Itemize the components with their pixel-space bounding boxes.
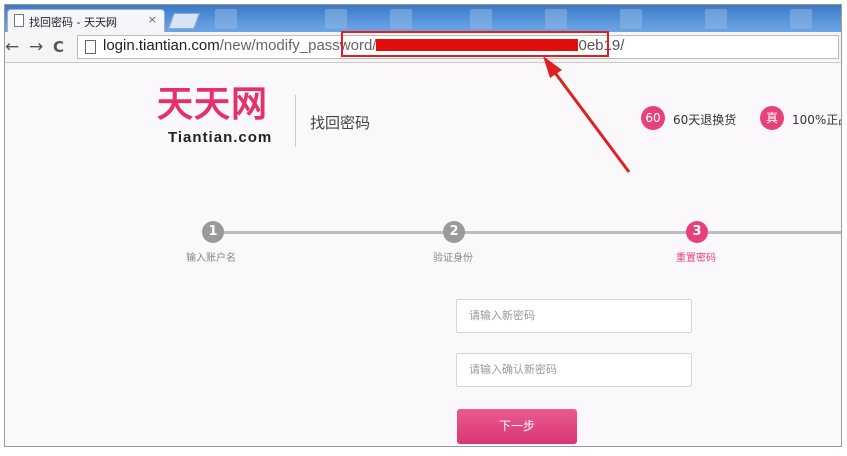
annotation-arrow-icon bbox=[543, 56, 631, 173]
